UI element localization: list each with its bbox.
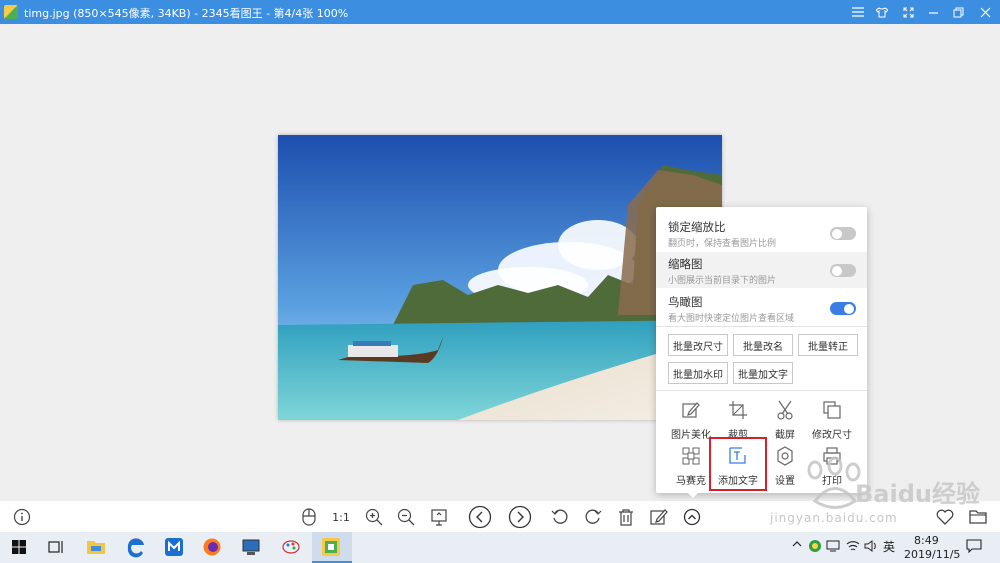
add-text-highlight (709, 437, 767, 491)
toggle-desc: 小图展示当前目录下的图片 (668, 276, 777, 286)
tool-resize[interactable]: 修改尺寸 (808, 400, 856, 441)
windows-start-icon[interactable] (8, 536, 30, 558)
tool-beautify[interactable]: 图片美化 (667, 400, 715, 441)
switch-knob (844, 303, 854, 314)
toggle-row-birdseye[interactable]: 鸟瞰图 看大图时快速定位图片查看区域 (656, 290, 867, 326)
file-explorer-icon[interactable] (85, 536, 107, 558)
settings-icon (777, 446, 793, 466)
firefox-icon[interactable] (201, 536, 223, 558)
maxthon-icon[interactable] (163, 536, 185, 558)
watermark-url: jingyan.baidu.com (770, 511, 898, 525)
clock-date[interactable]: 2019/11/5 (904, 548, 960, 561)
switch-knob (832, 265, 842, 276)
more-icon[interactable] (681, 506, 703, 528)
fullscreen-icon[interactable] (895, 0, 921, 24)
minimize-icon[interactable] (920, 0, 946, 24)
menu-icon[interactable] (845, 0, 871, 24)
resize-icon (823, 401, 841, 419)
toggle-row-thumbnails[interactable]: 缩略图 小图展示当前目录下的图片 (656, 252, 867, 288)
tool-crop[interactable]: 裁剪 (714, 400, 762, 441)
edge-icon[interactable] (125, 536, 147, 558)
tool-label: 图片美化 (671, 430, 711, 441)
batch-add-text-button[interactable]: 批量加文字 (733, 362, 793, 384)
window-title: timg.jpg (850×545像素, 34KB) - 2345看图王 - 第… (24, 7, 349, 20)
edit-icon[interactable] (648, 506, 670, 528)
batch-watermark-button[interactable]: 批量加水印 (668, 362, 728, 384)
actual-size-icon[interactable]: 1:1 (330, 506, 352, 528)
info-icon[interactable] (11, 506, 33, 528)
tool-label: 修改尺寸 (812, 430, 852, 441)
mosaic-icon (682, 447, 700, 465)
batch-rename-button[interactable]: 批量改名 (733, 334, 793, 356)
previous-icon[interactable] (468, 505, 492, 529)
app-icon (4, 5, 18, 19)
tool-label: 马赛克 (676, 476, 706, 487)
toggle-title: 缩略图 (668, 257, 703, 271)
paint-icon[interactable] (280, 536, 302, 558)
tool-screenshot[interactable]: 截屏 (761, 400, 809, 441)
title-bar: timg.jpg (850×545像素, 34KB) - 2345看图王 - 第… (0, 0, 1000, 24)
computer-icon[interactable] (240, 536, 262, 558)
zoom-out-icon[interactable] (395, 506, 417, 528)
baidu-jingyan-watermark: Baidu经验 jingyan.baidu.com (770, 456, 995, 546)
toggle-title: 锁定缩放比 (668, 220, 726, 234)
batch-resize-button[interactable]: 批量改尺寸 (668, 334, 728, 356)
task-view-icon[interactable] (45, 536, 67, 558)
rotate-right-icon[interactable] (582, 506, 604, 528)
batch-rotate-button[interactable]: 批量转正 (798, 334, 858, 356)
crop-icon (729, 401, 747, 419)
delete-icon[interactable] (615, 506, 637, 528)
skin-icon[interactable] (869, 0, 895, 24)
toggle-desc: 看大图时快速定位图片查看区域 (668, 314, 795, 324)
divider (656, 390, 867, 391)
close-icon[interactable] (972, 0, 998, 24)
rotate-left-icon[interactable] (549, 506, 571, 528)
edit-icon (682, 402, 700, 418)
mouse-icon[interactable] (298, 506, 320, 528)
toggle-row-lock-zoom[interactable]: 锁定缩放比 翻页时，保持查看图片比例 (656, 215, 867, 251)
fit-icon[interactable] (428, 506, 450, 528)
switch-knob (832, 228, 842, 239)
birdseye-switch[interactable] (830, 302, 856, 315)
image-viewer-app-icon[interactable] (320, 536, 342, 558)
restore-icon[interactable] (945, 0, 971, 24)
tool-label: 截屏 (775, 430, 795, 441)
toggle-desc: 翻页时，保持查看图片比例 (668, 239, 777, 249)
scissors-icon (777, 400, 793, 420)
divider (656, 326, 867, 327)
thumbnails-switch[interactable] (830, 264, 856, 277)
watermark-brand: Baidu经验 (855, 480, 980, 508)
tool-mosaic[interactable]: 马赛克 (667, 446, 715, 487)
lock-zoom-switch[interactable] (830, 227, 856, 240)
zoom-in-icon[interactable] (363, 506, 385, 528)
panel-pointer (686, 491, 700, 498)
next-icon[interactable] (508, 505, 532, 529)
toggle-title: 鸟瞰图 (668, 295, 703, 309)
